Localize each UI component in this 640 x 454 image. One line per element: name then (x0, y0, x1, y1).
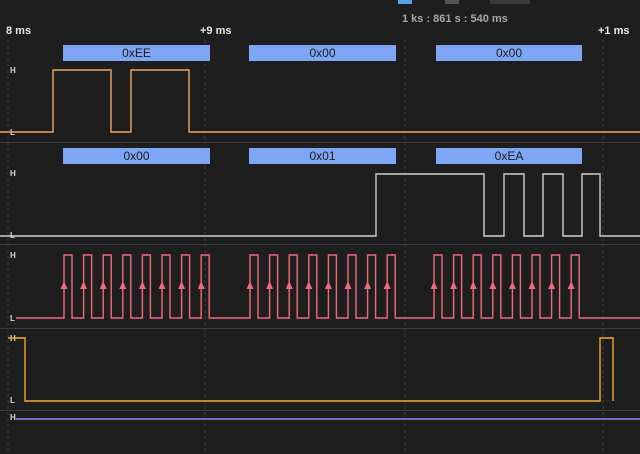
waveform-trace (8, 337, 614, 402)
waveform-trace (0, 69, 640, 133)
channel-row-enable[interactable]: H L (0, 328, 640, 411)
channel-row-aux[interactable]: H (0, 410, 640, 454)
waveform-trace (16, 254, 640, 319)
signal-line (0, 69, 640, 133)
signal-line (8, 337, 614, 402)
channel-row-clock[interactable]: H L (0, 244, 640, 329)
signal-line (16, 254, 640, 319)
channel-row-miso[interactable]: 0x00 0x01 0xEA H L (0, 142, 640, 245)
signal-line (0, 173, 640, 237)
waveform-trace (0, 173, 640, 237)
waveform-trace (16, 418, 640, 420)
channel-row-mosi[interactable]: 0xEE 0x00 0x00 H L (0, 40, 640, 143)
